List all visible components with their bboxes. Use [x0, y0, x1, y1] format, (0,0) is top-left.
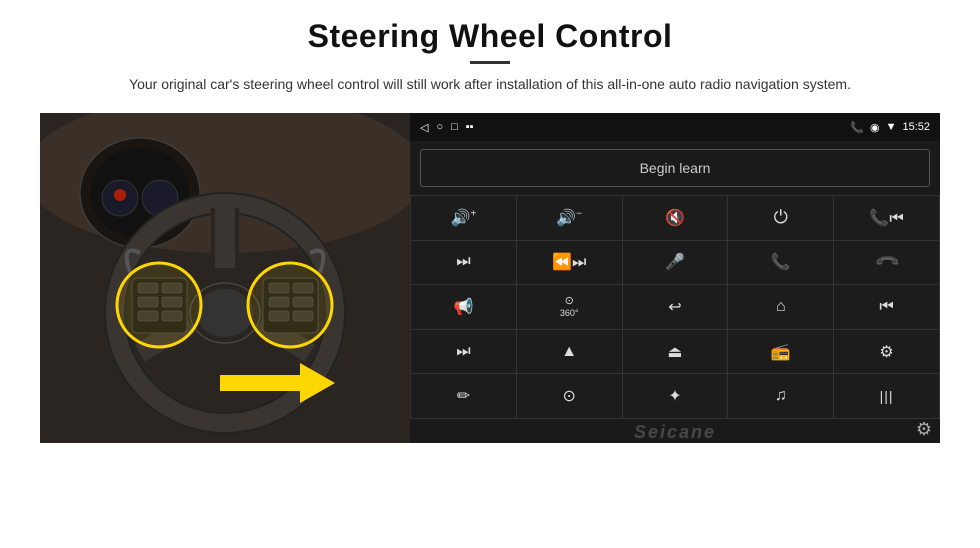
nav-button[interactable]: ▲ [517, 330, 622, 374]
skip-fwd-icon: ⏭ [456, 343, 470, 361]
music-icon: ♫ [775, 387, 787, 405]
begin-learn-row: Begin learn [410, 141, 940, 195]
title-divider [470, 61, 510, 64]
square-nav-icon[interactable]: □ [451, 121, 458, 133]
mic-icon: 🎤 [665, 252, 685, 272]
eject-button[interactable]: ⏏ [623, 330, 728, 374]
view-360-icon: ⊙360° [560, 294, 579, 319]
status-bar-left: ◁ ○ □ ▪▪ [420, 121, 474, 134]
content-area: ◁ ○ □ ▪▪ 📞 ◉ ▼ 15:52 Begin learn [40, 113, 940, 443]
home-icon: ⌂ [776, 298, 786, 316]
back-button[interactable]: ↩ [623, 285, 728, 329]
home-button[interactable]: ⌂ [728, 285, 833, 329]
page-title: Steering Wheel Control [129, 18, 851, 55]
pen-button[interactable]: ✏ [411, 374, 516, 418]
ff-back-button[interactable]: ⏪⏭ [517, 241, 622, 285]
mute-icon: 🔇 [665, 208, 685, 228]
gear-icon[interactable]: ⚙ [916, 419, 932, 440]
phone-call-button[interactable]: 📞 [728, 241, 833, 285]
time-display: 15:52 [902, 121, 930, 133]
power-button[interactable]: ⏻ [728, 196, 833, 240]
mic-button[interactable]: 🎤 [623, 241, 728, 285]
mute-button[interactable]: 🔇 [623, 196, 728, 240]
battery-icon: ▪▪ [466, 121, 474, 133]
pen-icon: ✏ [457, 386, 470, 406]
circle-nav-icon[interactable]: ○ [436, 121, 443, 133]
steering-wheel-image [40, 113, 410, 443]
settings-ring-button[interactable]: ⊙ [517, 374, 622, 418]
prev-track-icon: 📞⏮ [869, 208, 903, 228]
watermark-bar: Seicane ⚙ [410, 419, 940, 443]
radio-icon: 📻 [771, 342, 791, 362]
speaker-icon: 📢 [453, 297, 473, 317]
vol-down-icon: 🔊− [556, 208, 582, 228]
equalizer-button[interactable]: ⚙ [834, 330, 939, 374]
controls-grid: 🔊+ 🔊− 🔇 ⏻ 📞⏮ ⏭ ⏪⏭ [410, 195, 940, 419]
phone-call-icon: 📞 [771, 252, 791, 272]
prev-track-button[interactable]: 📞⏮ [834, 196, 939, 240]
eject-icon: ⏏ [667, 342, 682, 362]
android-ui-panel: ◁ ○ □ ▪▪ 📞 ◉ ▼ 15:52 Begin learn [410, 113, 940, 443]
seicane-watermark: Seicane [634, 422, 716, 442]
location-icon: ◉ [870, 121, 880, 134]
bluetooth-icon: ✦ [668, 386, 681, 406]
bluetooth-button[interactable]: ✦ [623, 374, 728, 418]
status-bar-right: 📞 ◉ ▼ 15:52 [850, 121, 930, 134]
power-icon: ⏻ [774, 207, 788, 228]
hang-up-button[interactable]: 📞 [834, 241, 939, 285]
skip-back-button[interactable]: ⏮ [834, 285, 939, 329]
title-section: Steering Wheel Control Your original car… [129, 18, 851, 107]
music-button[interactable]: ♫ [728, 374, 833, 418]
skip-fwd-button[interactable]: ⏭ [411, 330, 516, 374]
back-nav-icon[interactable]: ◁ [420, 121, 428, 134]
status-bar: ◁ ○ □ ▪▪ 📞 ◉ ▼ 15:52 [410, 113, 940, 141]
view-360-button[interactable]: ⊙360° [517, 285, 622, 329]
ff-back-icon: ⏪⏭ [552, 252, 586, 272]
next-button[interactable]: ⏭ [411, 241, 516, 285]
wifi-icon: ▼ [886, 121, 897, 133]
vol-down-button[interactable]: 🔊− [517, 196, 622, 240]
hang-up-icon: 📞 [872, 248, 900, 276]
next-icon: ⏭ [456, 253, 470, 271]
back-icon: ↩ [668, 297, 681, 317]
vol-up-button[interactable]: 🔊+ [411, 196, 516, 240]
volume-bars-button[interactable]: ||| [834, 374, 939, 418]
settings-ring-icon: ⊙ [562, 386, 575, 406]
begin-learn-button[interactable]: Begin learn [420, 149, 930, 187]
phone-icon: 📞 [850, 121, 864, 134]
page-container: Steering Wheel Control Your original car… [0, 0, 980, 548]
speaker-button[interactable]: 📢 [411, 285, 516, 329]
volume-bars-icon: ||| [880, 388, 894, 404]
equalizer-icon: ⚙ [879, 342, 893, 362]
radio-button[interactable]: 📻 [728, 330, 833, 374]
skip-back-icon: ⏮ [879, 298, 893, 316]
subtitle-text: Your original car's steering wheel contr… [129, 74, 851, 95]
vol-up-icon: 🔊+ [451, 208, 477, 228]
nav-icon: ▲ [561, 343, 577, 361]
